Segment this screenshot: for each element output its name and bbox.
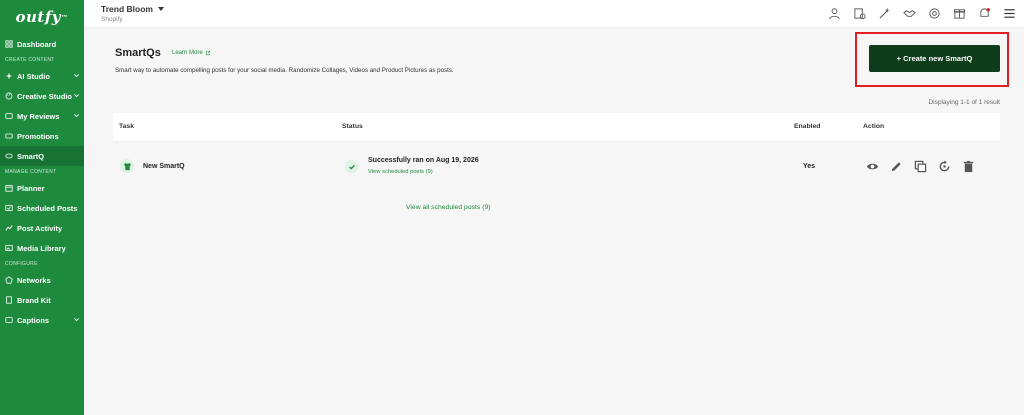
sidebar-item-planner[interactable]: Planner [0, 178, 84, 198]
sidebar-item-brand-kit[interactable]: Brand Kit [0, 290, 84, 310]
sidebar-item-ai-studio[interactable]: AI Studio [0, 66, 84, 86]
column-header-action: Action [863, 123, 885, 130]
sidebar-item-creative-studio[interactable]: Creative Studio [0, 86, 84, 106]
eye-icon[interactable] [865, 159, 879, 173]
palette-icon [5, 92, 13, 100]
chevron-down-icon[interactable] [73, 92, 80, 99]
chevron-down-icon[interactable] [73, 112, 80, 119]
pencil-icon[interactable] [889, 159, 903, 173]
sidebar: outfy ™ Dashboard CREATE CONTENT AI Studi… [0, 0, 84, 415]
smartq-icon [5, 152, 13, 160]
caret-down-icon [157, 7, 164, 11]
create-smartq-button[interactable]: + Create new SmartQ [869, 45, 1000, 72]
enabled-value: Yes [803, 163, 816, 170]
reviews-icon [5, 112, 13, 120]
section-label-create: CREATE CONTENT [5, 57, 55, 63]
activity-icon [5, 224, 13, 232]
table-row: New SmartQ Successfully ran on Aug 19, 2… [113, 147, 1000, 187]
sidebar-item-post-activity[interactable]: Post Activity [0, 218, 84, 238]
shirt-icon [120, 159, 134, 173]
chevron-down-icon[interactable] [73, 316, 80, 323]
sidebar-item-networks[interactable]: Networks [0, 270, 84, 290]
chevron-down-icon[interactable] [73, 72, 80, 79]
sidebar-item-label: Captions [17, 315, 50, 325]
sidebar-item-label: Brand Kit [17, 295, 51, 305]
view-scheduled-posts-link[interactable]: View scheduled posts (9) [368, 169, 433, 175]
trash-icon[interactable] [961, 159, 975, 173]
scheduled-icon [5, 204, 13, 212]
logo-text: outfy [15, 8, 61, 26]
brandkit-icon [5, 296, 13, 304]
view-all-scheduled-posts-link[interactable]: View all scheduled posts (9) [406, 204, 491, 211]
sidebar-item-smartq[interactable]: SmartQ [0, 146, 84, 166]
task-name[interactable]: New SmartQ [143, 163, 185, 170]
column-header-enabled: Enabled [794, 123, 821, 130]
sidebar-item-label: Post Activity [17, 223, 63, 233]
store-platform: Shopify [101, 16, 123, 23]
smartq-table: Task Status Enabled Action New SmartQ Su… [113, 113, 1000, 187]
bell-icon[interactable] [977, 6, 991, 20]
sidebar-item-media-library[interactable]: Media Library [0, 238, 84, 258]
page-description: Smart way to automate compelling posts f… [115, 67, 454, 74]
column-header-task: Task [119, 123, 134, 130]
dashboard-icon [5, 40, 13, 48]
media-icon [5, 244, 13, 252]
section-label-manage: MANAGE CONTENT [5, 169, 57, 175]
sidebar-item-my-reviews[interactable]: My Reviews [0, 106, 84, 126]
sidebar-item-label: Networks [17, 275, 51, 285]
billing-icon[interactable] [852, 6, 866, 20]
external-link-icon [205, 50, 210, 56]
learn-more-link[interactable]: Learn More [172, 50, 211, 56]
store-selector[interactable]: Trend Bloom [101, 4, 164, 14]
logo[interactable]: outfy ™ [0, 0, 84, 34]
top-icons [816, 6, 1016, 20]
learn-more-label: Learn More [172, 50, 203, 56]
sidebar-item-captions[interactable]: Captions [0, 310, 84, 330]
sidebar-item-label: My Reviews [17, 111, 60, 121]
topbar: Trend Bloom Shopify [84, 0, 1024, 28]
calendar-icon [5, 184, 13, 192]
promotions-icon [5, 132, 13, 140]
network-icon [5, 276, 13, 284]
status-text: Successfully ran on Aug 19, 2026 [368, 157, 479, 164]
support-icon[interactable] [927, 6, 941, 20]
row-actions [865, 159, 985, 173]
results-count: Displaying 1-1 of 1 result [928, 99, 1000, 106]
page-title: SmartQs [115, 47, 161, 59]
handshake-icon[interactable] [902, 6, 916, 20]
refresh-icon[interactable] [937, 159, 951, 173]
sidebar-item-label: AI Studio [17, 71, 50, 81]
gift-icon[interactable] [952, 6, 966, 20]
sidebar-item-label: Creative Studio [17, 91, 73, 101]
sidebar-item-label: Scheduled Posts [17, 203, 78, 213]
logo-trademark: ™ [61, 12, 69, 22]
check-icon [345, 160, 358, 173]
captions-icon [5, 316, 13, 324]
sidebar-item-label: Media Library [17, 243, 66, 253]
sidebar-item-label: Dashboard [17, 39, 57, 49]
sidebar-item-label: SmartQ [17, 151, 45, 161]
sidebar-item-label: Planner [17, 183, 45, 193]
sidebar-item-scheduled-posts[interactable]: Scheduled Posts [0, 198, 84, 218]
copy-icon[interactable] [913, 159, 927, 173]
ai-icon [5, 72, 13, 80]
store-name: Trend Bloom [101, 4, 153, 14]
sidebar-item-promotions[interactable]: Promotions [0, 126, 84, 146]
sidebar-item-dashboard[interactable]: Dashboard [0, 34, 84, 54]
menu-icon[interactable] [1002, 6, 1016, 20]
section-label-configure: CONFIGURE [5, 261, 38, 267]
magic-icon[interactable] [877, 6, 891, 20]
column-header-status: Status [342, 123, 363, 130]
user-icon[interactable] [827, 6, 841, 20]
table-header: Task Status Enabled Action [113, 113, 1000, 142]
sidebar-item-label: Promotions [17, 131, 59, 141]
